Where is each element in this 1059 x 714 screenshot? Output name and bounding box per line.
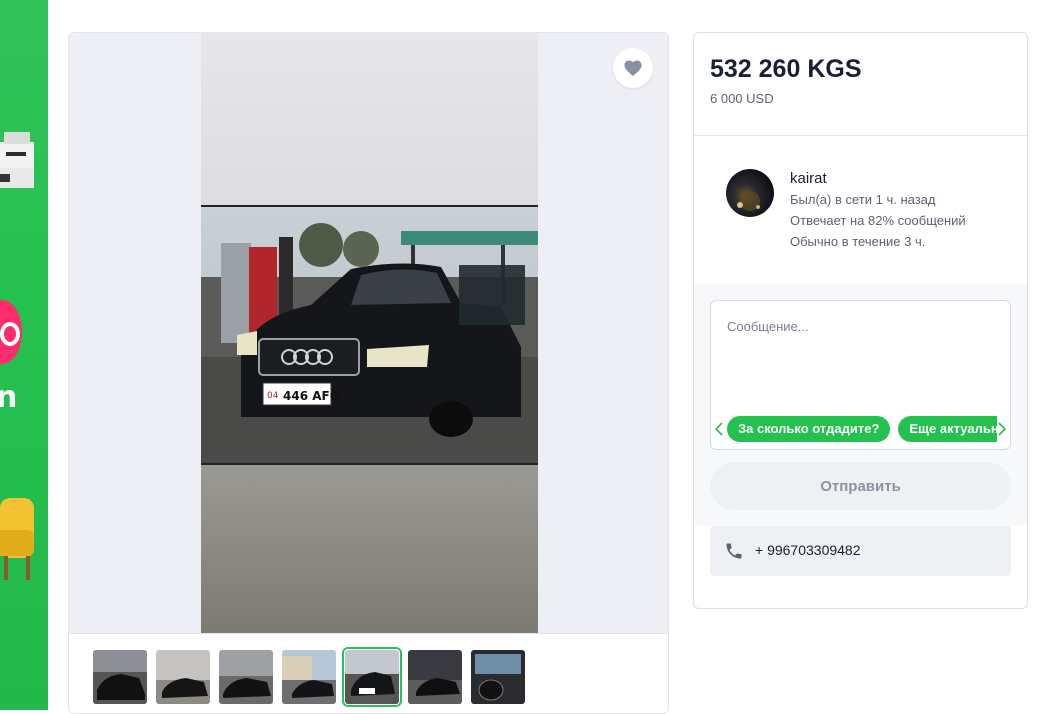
- seller-last-seen: Был(а) в сети 1 ч. назад: [790, 192, 936, 207]
- thumbnail[interactable]: [282, 650, 336, 704]
- quick-reply-chip[interactable]: Еще актуально?: [898, 416, 997, 442]
- price-block: 532 260 KGS 6 000 USD: [694, 33, 1027, 136]
- promo-badge: [0, 300, 22, 364]
- phone-number: + 996703309482: [755, 542, 861, 558]
- phone-icon: [726, 543, 742, 559]
- chevron-right-icon[interactable]: [997, 418, 1007, 440]
- thumbnail[interactable]: [408, 650, 462, 704]
- phone-button[interactable]: + 996703309482: [710, 526, 1011, 576]
- price: 532 260 KGS: [710, 55, 862, 83]
- price-usd: 6 000 USD: [710, 91, 774, 106]
- thumbnail-strip: [69, 633, 668, 713]
- message-input[interactable]: Сообщение... За сколько отдадите? Еще акт…: [710, 300, 1011, 450]
- photo-gallery: 04 446 AFO: [68, 32, 669, 714]
- quick-replies: За сколько отдадите? Еще актуально?: [727, 416, 997, 442]
- quick-reply-chip[interactable]: За сколько отдадите?: [727, 416, 891, 442]
- promo-banner[interactable]: n: [0, 0, 48, 710]
- thumbnail[interactable]: [93, 650, 147, 704]
- main-photo[interactable]: 04 446 AFO: [201, 33, 538, 633]
- chair-image: [0, 498, 34, 580]
- avatar[interactable]: [726, 169, 774, 217]
- seller-name[interactable]: kairat: [790, 170, 827, 187]
- thumbnail[interactable]: [471, 650, 525, 704]
- send-button[interactable]: Отправить: [710, 462, 1011, 510]
- thumbnail[interactable]: [156, 650, 210, 704]
- car-photo: 04 446 AFO: [201, 205, 538, 465]
- seller-card[interactable]: kairat Был(а) в сети 1 ч. назад Отвечает…: [694, 136, 1027, 284]
- message-placeholder: Сообщение...: [727, 319, 809, 334]
- main-photo-viewer[interactable]: 04 446 AFO: [69, 33, 668, 633]
- chevron-left-icon[interactable]: [714, 418, 724, 440]
- thumbnail-selected[interactable]: [342, 647, 402, 707]
- message-section: Сообщение... За сколько отдадите? Еще акт…: [694, 284, 1027, 526]
- promo-letter: n: [0, 380, 18, 415]
- favorite-button[interactable]: [613, 48, 653, 88]
- seller-reply-rate: Отвечает на 82% сообщений: [790, 213, 966, 228]
- printer-image: [0, 132, 34, 188]
- plate-number: 446 AFO: [283, 389, 340, 403]
- thumbnail[interactable]: [219, 650, 273, 704]
- listing-sidebar: 532 260 KGS 6 000 USD kairat Был(а) в се…: [693, 32, 1028, 609]
- plate-region: 04: [267, 391, 279, 401]
- heart-icon: [624, 60, 642, 77]
- seller-reply-time: Обычно в течение 3 ч.: [790, 234, 926, 249]
